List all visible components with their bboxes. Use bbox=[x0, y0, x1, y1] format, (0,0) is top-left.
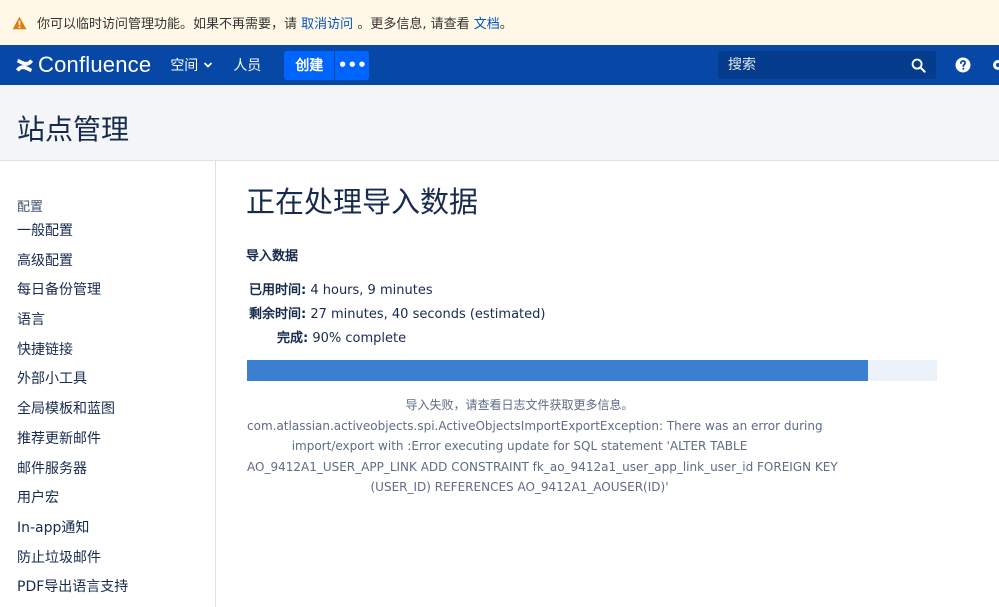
import-error-message: 导入失败，请查看日志文件获取更多信息。 com.atlassian.active… bbox=[247, 395, 838, 498]
sidebar-item-recommended-updates[interactable]: 推荐更新邮件 bbox=[17, 427, 128, 457]
confluence-logo-icon bbox=[15, 58, 34, 72]
sidebar-item-external-gadgets[interactable]: 外部小工具 bbox=[17, 367, 128, 397]
complete-label: 完成: bbox=[277, 331, 309, 346]
nav-spaces-label: 空间 bbox=[170, 58, 199, 74]
sidebar-item-mail-servers[interactable]: 邮件服务器 bbox=[17, 457, 128, 487]
sidebar-item-advanced-config[interactable]: 高级配置 bbox=[17, 249, 128, 279]
error-line: (USER_ID) REFERENCES AO_9412A1_AOUSER(ID… bbox=[370, 480, 669, 494]
sidebar-item-user-macros[interactable]: 用户宏 bbox=[17, 486, 128, 516]
chevron-down-icon bbox=[204, 62, 213, 68]
sidebar-item-pdf-export-language[interactable]: PDF导出语言支持 bbox=[17, 575, 128, 605]
sidebar-item-in-app-notifications[interactable]: In-app通知 bbox=[17, 516, 128, 546]
admin-access-banner: 你可以临时访问管理功能。如果不再需要，请 取消访问 。更多信息, 请查看 文档 … bbox=[0, 0, 999, 45]
sidebar-list: 一般配置 高级配置 每日备份管理 语言 快捷链接 外部小工具 全局模板和蓝图 推… bbox=[17, 219, 128, 605]
remaining-time-row: 剩余时间: 27 minutes, 40 seconds (estimated) bbox=[249, 303, 545, 322]
top-navigation: Confluence 空间 人员 创建 ••• bbox=[0, 45, 999, 85]
banner-text-suffix: 。 bbox=[499, 17, 513, 32]
complete-value: 90% complete bbox=[312, 331, 407, 346]
logo-text: Confluence bbox=[38, 52, 152, 77]
sidebar-item-global-templates[interactable]: 全局模板和蓝图 bbox=[17, 397, 128, 427]
elapsed-time-row: 已用时间: 4 hours, 9 minutes bbox=[249, 279, 433, 298]
create-more-button[interactable]: ••• bbox=[335, 50, 370, 80]
error-line: com.atlassian.activeobjects.spi.ActiveOb… bbox=[247, 418, 823, 433]
nav-people-link[interactable]: 人员 bbox=[233, 55, 261, 75]
import-progress-bar bbox=[247, 360, 937, 381]
complete-row: 完成: 90% complete bbox=[277, 327, 406, 346]
gear-icon[interactable] bbox=[990, 57, 999, 73]
remaining-label: 剩余时间: bbox=[249, 307, 307, 322]
page-header: 站点管理 bbox=[0, 85, 999, 161]
sidebar-item-general-config[interactable]: 一般配置 bbox=[17, 219, 128, 249]
error-line: AO_9412A1_USER_APP_LINK ADD CONSTRAINT f… bbox=[247, 459, 838, 474]
remaining-value: 27 minutes, 40 seconds (estimated) bbox=[310, 307, 546, 322]
sidebar-item-languages[interactable]: 语言 bbox=[17, 308, 128, 338]
search-box[interactable] bbox=[718, 51, 936, 79]
sidebar-heading: 配置 bbox=[17, 200, 44, 215]
admin-sidebar: 配置 一般配置 高级配置 每日备份管理 语言 快捷链接 外部小工具 全局模板和蓝… bbox=[0, 161, 216, 607]
confluence-logo[interactable]: Confluence bbox=[15, 52, 151, 78]
sidebar-item-shortcut-links[interactable]: 快捷链接 bbox=[17, 338, 128, 368]
import-section-title: 导入数据 bbox=[246, 249, 299, 264]
warning-icon bbox=[12, 16, 27, 29]
error-line: import/export with :Error executing upda… bbox=[291, 439, 748, 453]
banner-text-prefix: 你可以临时访问管理功能。如果不再需要，请 bbox=[37, 17, 298, 32]
docs-link[interactable]: 文档 bbox=[474, 13, 500, 32]
progress-bar-fill bbox=[247, 360, 868, 381]
sidebar-item-daily-backup[interactable]: 每日备份管理 bbox=[17, 278, 128, 308]
sidebar-item-spam-prevention[interactable]: 防止垃圾邮件 bbox=[17, 546, 128, 576]
error-line: 导入失败，请查看日志文件获取更多信息。 bbox=[405, 398, 634, 412]
search-input[interactable] bbox=[718, 57, 903, 73]
search-icon[interactable] bbox=[911, 58, 926, 73]
help-icon[interactable] bbox=[955, 57, 971, 73]
elapsed-label: 已用时间: bbox=[249, 283, 307, 298]
page-title: 站点管理 bbox=[17, 113, 130, 146]
import-title: 正在处理导入数据 bbox=[246, 185, 479, 219]
nav-spaces-menu[interactable]: 空间 bbox=[170, 55, 213, 75]
banner-text-middle: 。更多信息, 请查看 bbox=[357, 17, 470, 32]
create-button[interactable]: 创建 bbox=[284, 50, 335, 80]
revoke-access-link[interactable]: 取消访问 bbox=[301, 13, 353, 32]
elapsed-value: 4 hours, 9 minutes bbox=[310, 283, 433, 298]
